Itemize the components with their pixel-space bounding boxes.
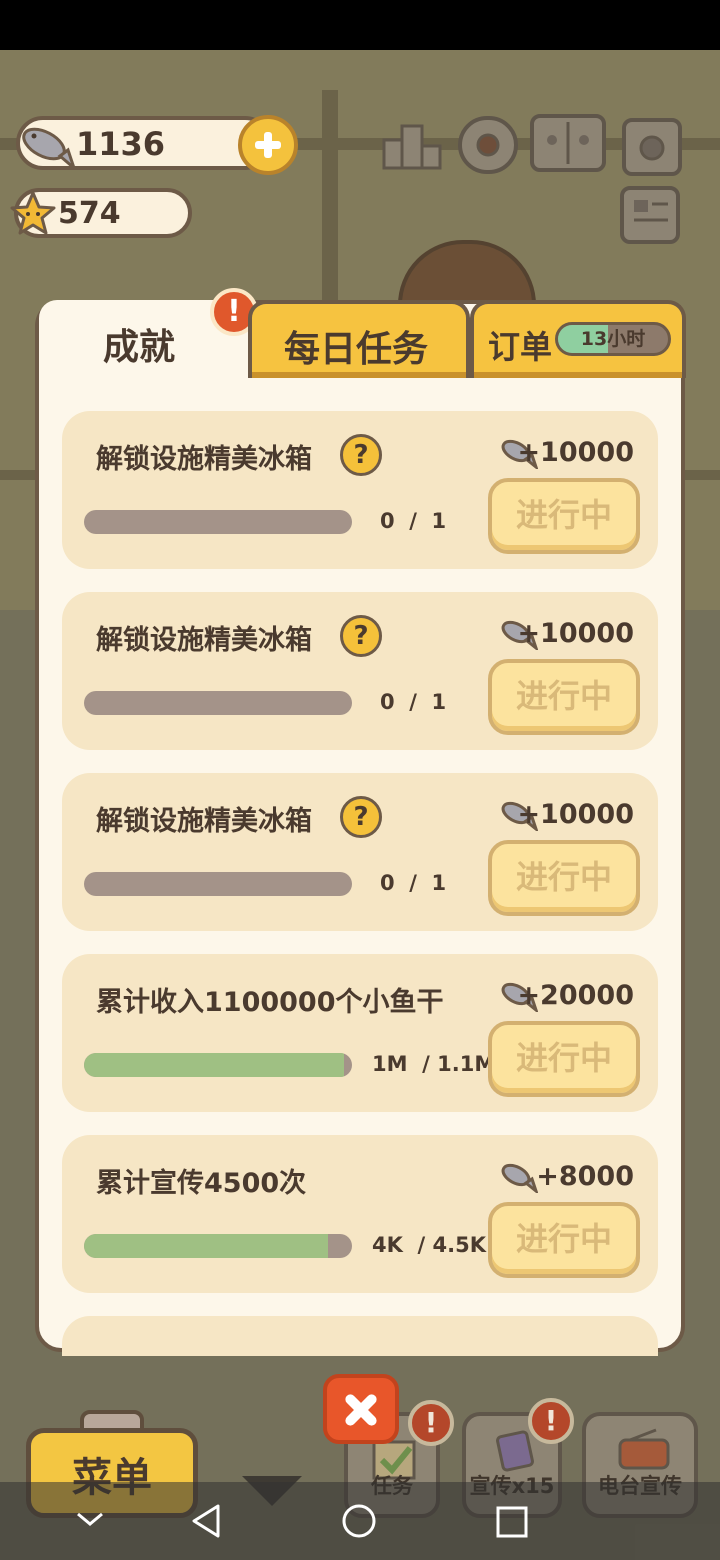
camera-icon[interactable]: [622, 118, 682, 176]
achievement-reward: +20000: [517, 980, 634, 1011]
nav-recents-icon[interactable]: [494, 1504, 530, 1540]
paw-book-icon[interactable]: [530, 114, 606, 172]
newspaper-icon[interactable]: [620, 186, 680, 244]
nav-home-icon[interactable]: [340, 1502, 378, 1540]
promote-alert-badge: !: [528, 1398, 574, 1444]
achievement-card-partial: [62, 1316, 658, 1356]
progress-text: 0 / 1: [380, 871, 447, 895]
achievement-title: 累计宣传4500次: [96, 1168, 307, 1199]
star-icon: [10, 191, 56, 235]
in-progress-button[interactable]: 进行中: [488, 659, 640, 735]
tab-achievements-label: 成就: [103, 327, 176, 368]
achievement-title: 解锁设施精美冰箱: [96, 806, 312, 837]
achievement-reward: +10000: [517, 799, 634, 830]
achievement-card: 解锁设施精美冰箱? +10000 0 / 1 进行中: [62, 773, 658, 931]
progress-text: 0 / 1: [380, 690, 447, 714]
help-icon[interactable]: ?: [340, 796, 382, 838]
in-progress-button[interactable]: 进行中: [488, 478, 640, 554]
settings-gear-icon[interactable]: [458, 116, 518, 174]
fish-count: 1136: [76, 125, 166, 163]
progress-text: 4K / 4.5K: [372, 1233, 486, 1257]
radio-icon: [618, 1428, 670, 1470]
tab-daily-tasks-label: 每日任务: [284, 329, 429, 370]
ranking-icon[interactable]: [382, 116, 442, 174]
achievement-card: 累计宣传4500次 +8000 4K / 4.5K 进行中: [62, 1135, 658, 1293]
status-bar: [0, 0, 720, 50]
progress-bar: [84, 1053, 352, 1077]
achievement-reward: +10000: [517, 618, 634, 649]
achievement-title: 累计收入1100000个小鱼干: [96, 987, 444, 1018]
progress-text: 1M / 1.1M: [372, 1052, 496, 1076]
nav-collapse-icon[interactable]: [74, 1508, 106, 1532]
tab-orders-label: 订单: [488, 328, 553, 366]
achievement-card: 累计收入1100000个小鱼干 +20000 1M / 1.1M 进行中: [62, 954, 658, 1112]
system-navigation-bar: [0, 1482, 720, 1560]
fish-icon: [22, 127, 77, 170]
help-icon[interactable]: ?: [340, 615, 382, 657]
tab-daily-tasks[interactable]: 每日任务: [248, 300, 470, 378]
achievement-title: 解锁设施精美冰箱: [96, 625, 312, 656]
in-progress-button[interactable]: 进行中: [488, 1021, 640, 1097]
fish-icon: [498, 1159, 540, 1197]
star-count: 574: [58, 196, 121, 231]
achievement-title: 解锁设施精美冰箱: [96, 444, 312, 475]
order-timer-text: 13小时: [580, 328, 646, 350]
progress-bar: [84, 510, 352, 534]
achievement-reward: +8000: [536, 1161, 634, 1192]
tasks-alert-badge: !: [408, 1400, 454, 1446]
add-fish-button[interactable]: [238, 115, 298, 175]
achievement-card: 解锁设施精美冰箱? +10000 0 / 1 进行中: [62, 411, 658, 569]
progress-bar-fill: [84, 1234, 328, 1258]
in-progress-button[interactable]: 进行中: [488, 1202, 640, 1278]
in-progress-button[interactable]: 进行中: [488, 840, 640, 916]
progress-bar: [84, 872, 352, 896]
nav-back-icon[interactable]: [188, 1502, 224, 1540]
progress-bar: [84, 691, 352, 715]
order-timer: 13小时: [555, 322, 671, 356]
progress-text: 0 / 1: [380, 509, 447, 533]
progress-bar-fill: [84, 1053, 344, 1077]
achievement-card: 解锁设施精美冰箱? +10000 0 / 1 进行中: [62, 592, 658, 750]
close-button[interactable]: [323, 1374, 399, 1444]
progress-bar: [84, 1234, 352, 1258]
help-icon[interactable]: ?: [340, 434, 382, 476]
poster-icon: [496, 1430, 534, 1472]
achievement-reward: +10000: [517, 437, 634, 468]
